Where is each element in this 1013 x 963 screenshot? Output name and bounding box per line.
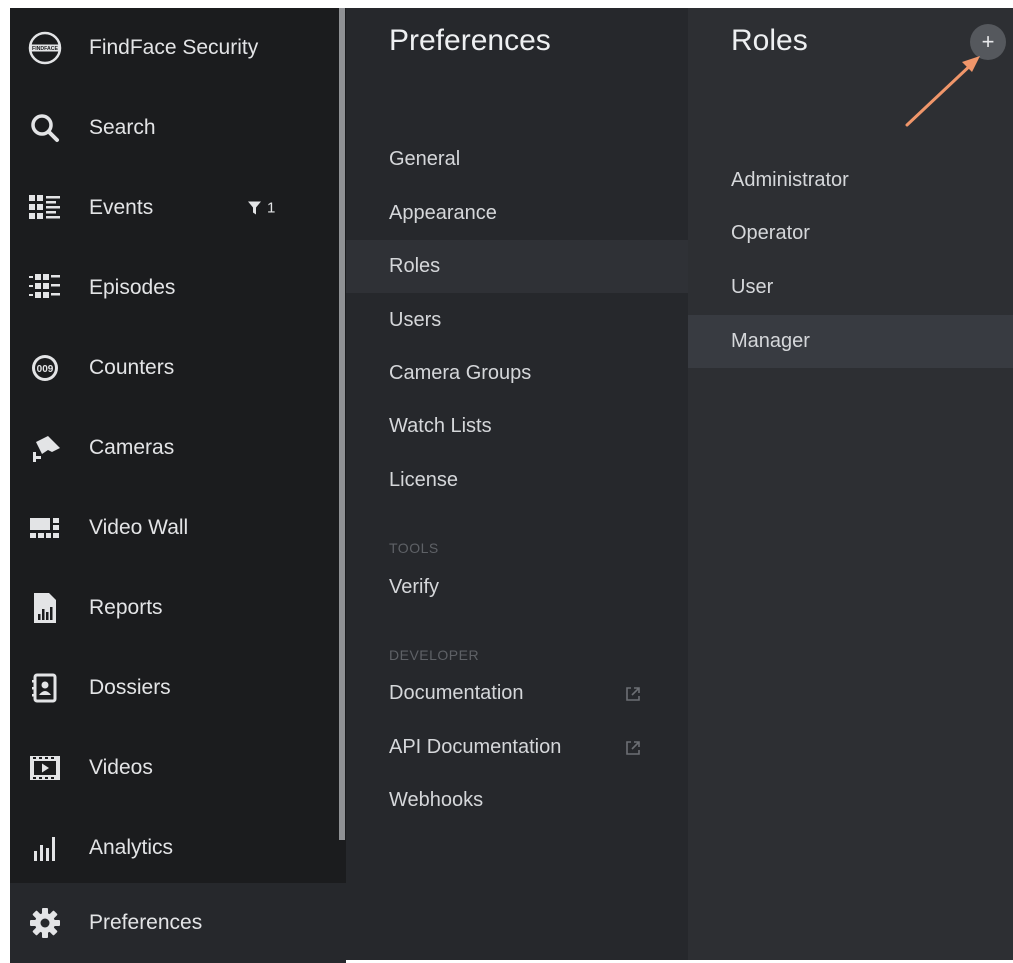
nav-item-label: Episodes (89, 276, 176, 299)
preferences-title: Preferences (389, 24, 551, 57)
sidebar-scrollbar[interactable] (339, 8, 345, 840)
roles-title: Roles (731, 24, 808, 57)
add-role-button[interactable]: + (970, 24, 1006, 60)
reports-icon (27, 590, 63, 626)
external-link-icon (626, 740, 640, 755)
camera-icon (27, 430, 63, 466)
svg-text:009: 009 (37, 364, 54, 375)
events-filter-badge[interactable]: 1 (248, 200, 275, 217)
nav-item-analytics[interactable]: Analytics (10, 808, 346, 888)
pref-item-roles[interactable]: Roles (346, 240, 688, 293)
videos-icon (27, 750, 63, 786)
pref-item-api-documentation[interactable]: API Documentation (346, 721, 688, 774)
pref-item-label: Camera Groups (389, 362, 532, 384)
role-item-user[interactable]: User (688, 261, 1013, 314)
dossiers-icon (27, 670, 63, 706)
role-item-label: Administrator (731, 169, 849, 191)
video-wall-icon (27, 510, 63, 546)
nav-item-cameras[interactable]: Cameras (10, 408, 346, 488)
logo-text: FINDFACE (32, 46, 58, 52)
counters-icon: 009 (27, 350, 63, 386)
preferences-panel: Preferences General Appearance Roles Use… (346, 8, 688, 960)
main-sidebar: FINDFACE FindFace Security Search Events… (10, 8, 346, 963)
filter-icon (248, 201, 261, 215)
nav-item-label: Dossiers (89, 676, 171, 699)
pref-item-documentation[interactable]: Documentation (346, 667, 688, 720)
brand-name: FindFace Security (89, 36, 259, 59)
role-item-label: Operator (731, 222, 810, 244)
pref-item-watch-lists[interactable]: Watch Lists (346, 400, 688, 453)
tools-section-header: TOOLS (389, 540, 439, 556)
nav-item-label: Events (89, 196, 154, 219)
pref-item-verify[interactable]: Verify (346, 561, 688, 614)
pref-item-camera-groups[interactable]: Camera Groups (346, 347, 688, 400)
nav-item-label: Counters (89, 356, 175, 379)
nav-item-events[interactable]: Events 1 (10, 168, 346, 248)
role-item-administrator[interactable]: Administrator (688, 154, 1013, 207)
roles-panel: Roles + Administrator Operator User Mana… (688, 8, 1013, 960)
role-item-label: User (731, 276, 774, 298)
developer-section-header: DEVELOPER (389, 647, 480, 663)
pref-item-label: Verify (389, 576, 440, 598)
pref-item-label: Appearance (389, 202, 497, 224)
pref-item-label: Documentation (389, 682, 524, 704)
events-icon (27, 190, 63, 226)
nav-item-dossiers[interactable]: Dossiers (10, 648, 346, 728)
nav-item-preferences[interactable]: Preferences (10, 883, 346, 963)
role-item-label: Manager (731, 330, 810, 352)
pref-item-general[interactable]: General (346, 133, 688, 186)
external-link-icon (626, 686, 640, 701)
pref-item-label: Webhooks (389, 789, 484, 811)
nav-item-videos[interactable]: Videos (10, 728, 346, 808)
pref-item-users[interactable]: Users (346, 294, 688, 347)
brand-header[interactable]: FINDFACE FindFace Security (10, 8, 346, 88)
role-item-manager[interactable]: Manager (688, 315, 1013, 368)
pref-item-label: Watch Lists (389, 415, 492, 437)
nav-item-label: Video Wall (89, 516, 189, 539)
analytics-icon (27, 830, 63, 866)
pref-item-label: API Documentation (389, 736, 562, 758)
pref-item-label: General (389, 148, 461, 170)
pref-item-webhooks[interactable]: Webhooks (346, 774, 688, 827)
nav-item-episodes[interactable]: Episodes (10, 248, 346, 328)
role-item-operator[interactable]: Operator (688, 207, 1013, 260)
nav-item-reports[interactable]: Reports (10, 568, 346, 648)
nav-item-label: Videos (89, 756, 153, 779)
pref-item-label: Roles (389, 255, 441, 277)
search-icon (27, 110, 63, 146)
pref-item-appearance[interactable]: Appearance (346, 187, 688, 240)
events-filter-count: 1 (267, 199, 276, 217)
pref-item-license[interactable]: License (346, 454, 688, 507)
app-window: FINDFACE FindFace Security Search Events… (10, 8, 1013, 963)
nav-item-counters[interactable]: 009 Counters (10, 328, 346, 408)
nav-item-label: Preferences (89, 911, 203, 934)
pref-item-label: License (389, 469, 458, 491)
pref-item-label: Users (389, 309, 442, 331)
nav-item-label: Reports (89, 596, 163, 619)
nav-item-search[interactable]: Search (10, 88, 346, 168)
nav-item-label: Search (89, 116, 156, 139)
episodes-icon (27, 270, 63, 306)
findface-logo-icon: FINDFACE (27, 30, 63, 66)
nav-item-label: Analytics (89, 836, 174, 859)
nav-item-label: Cameras (89, 436, 175, 459)
nav-item-video-wall[interactable]: Video Wall (10, 488, 346, 568)
gear-icon (27, 905, 63, 941)
